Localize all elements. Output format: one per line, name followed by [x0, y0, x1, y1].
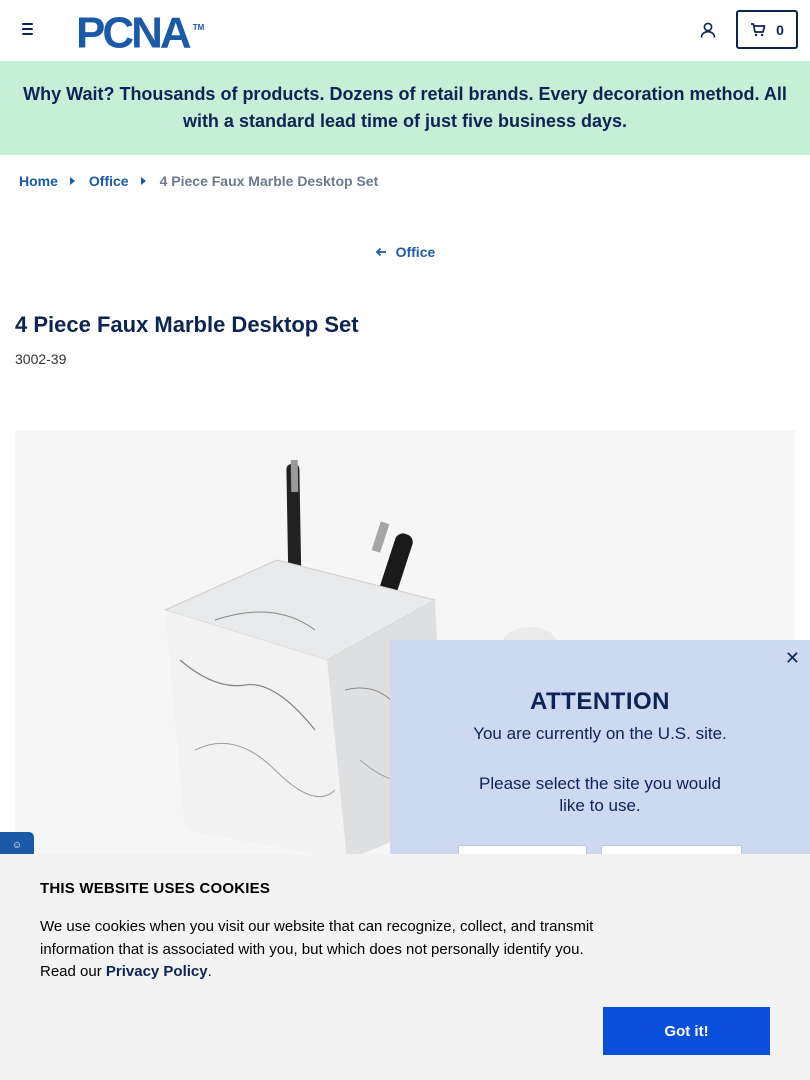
site-header: PCNA TM 0	[0, 0, 810, 61]
arrow-left-icon	[375, 247, 386, 257]
cookie-body-end: .	[207, 963, 212, 980]
breadcrumb: Home Office 4 Piece Faux Marble Desktop …	[19, 172, 378, 190]
logo-trademark: TM	[192, 23, 205, 32]
promo-banner: Why Wait? Thousands of products. Dozens …	[0, 61, 810, 155]
region-select-modal: ✕ ATTENTION You are currently on the U.S…	[390, 640, 810, 875]
pcna-logo[interactable]: PCNA TM	[76, 10, 205, 55]
accept-cookies-button[interactable]: Got it!	[603, 1007, 770, 1055]
promo-text: Why Wait? Thousands of products. Dozens …	[23, 84, 787, 131]
cookie-text: We use cookies when you visit our websit…	[40, 916, 610, 984]
cookie-banner: THIS WEBSITE USES COOKIES We use cookies…	[0, 854, 810, 1080]
feedback-tab-icon: ☺	[11, 839, 23, 851]
hamburger-icon[interactable]	[18, 20, 38, 40]
product-sku: 3002-39	[15, 351, 67, 367]
caret-right-icon	[69, 177, 75, 185]
cart-count: 0	[776, 21, 784, 38]
modal-current-site: You are currently on the U.S. site.	[473, 724, 727, 743]
logo-text: PCNA	[76, 8, 192, 58]
close-icon[interactable]: ✕	[785, 648, 800, 669]
breadcrumb-current: 4 Piece Faux Marble Desktop Set	[159, 173, 379, 189]
cart-button[interactable]: 0	[736, 10, 798, 49]
product-title: 4 Piece Faux Marble Desktop Set	[15, 312, 359, 337]
back-to-category-link[interactable]: Office	[0, 244, 810, 260]
modal-instruction: Please select the site you would like to…	[479, 774, 721, 815]
user-icon[interactable]	[698, 20, 718, 40]
modal-heading: ATTENTION	[529, 688, 671, 715]
cookie-heading: THIS WEBSITE USES COOKIES	[40, 880, 271, 897]
cart-icon	[751, 22, 766, 36]
breadcrumb-home[interactable]: Home	[19, 173, 58, 189]
breadcrumb-office[interactable]: Office	[89, 173, 129, 189]
privacy-policy-link[interactable]: Privacy Policy	[106, 963, 208, 980]
back-link-label: Office	[395, 244, 436, 260]
caret-right-icon	[140, 177, 146, 185]
